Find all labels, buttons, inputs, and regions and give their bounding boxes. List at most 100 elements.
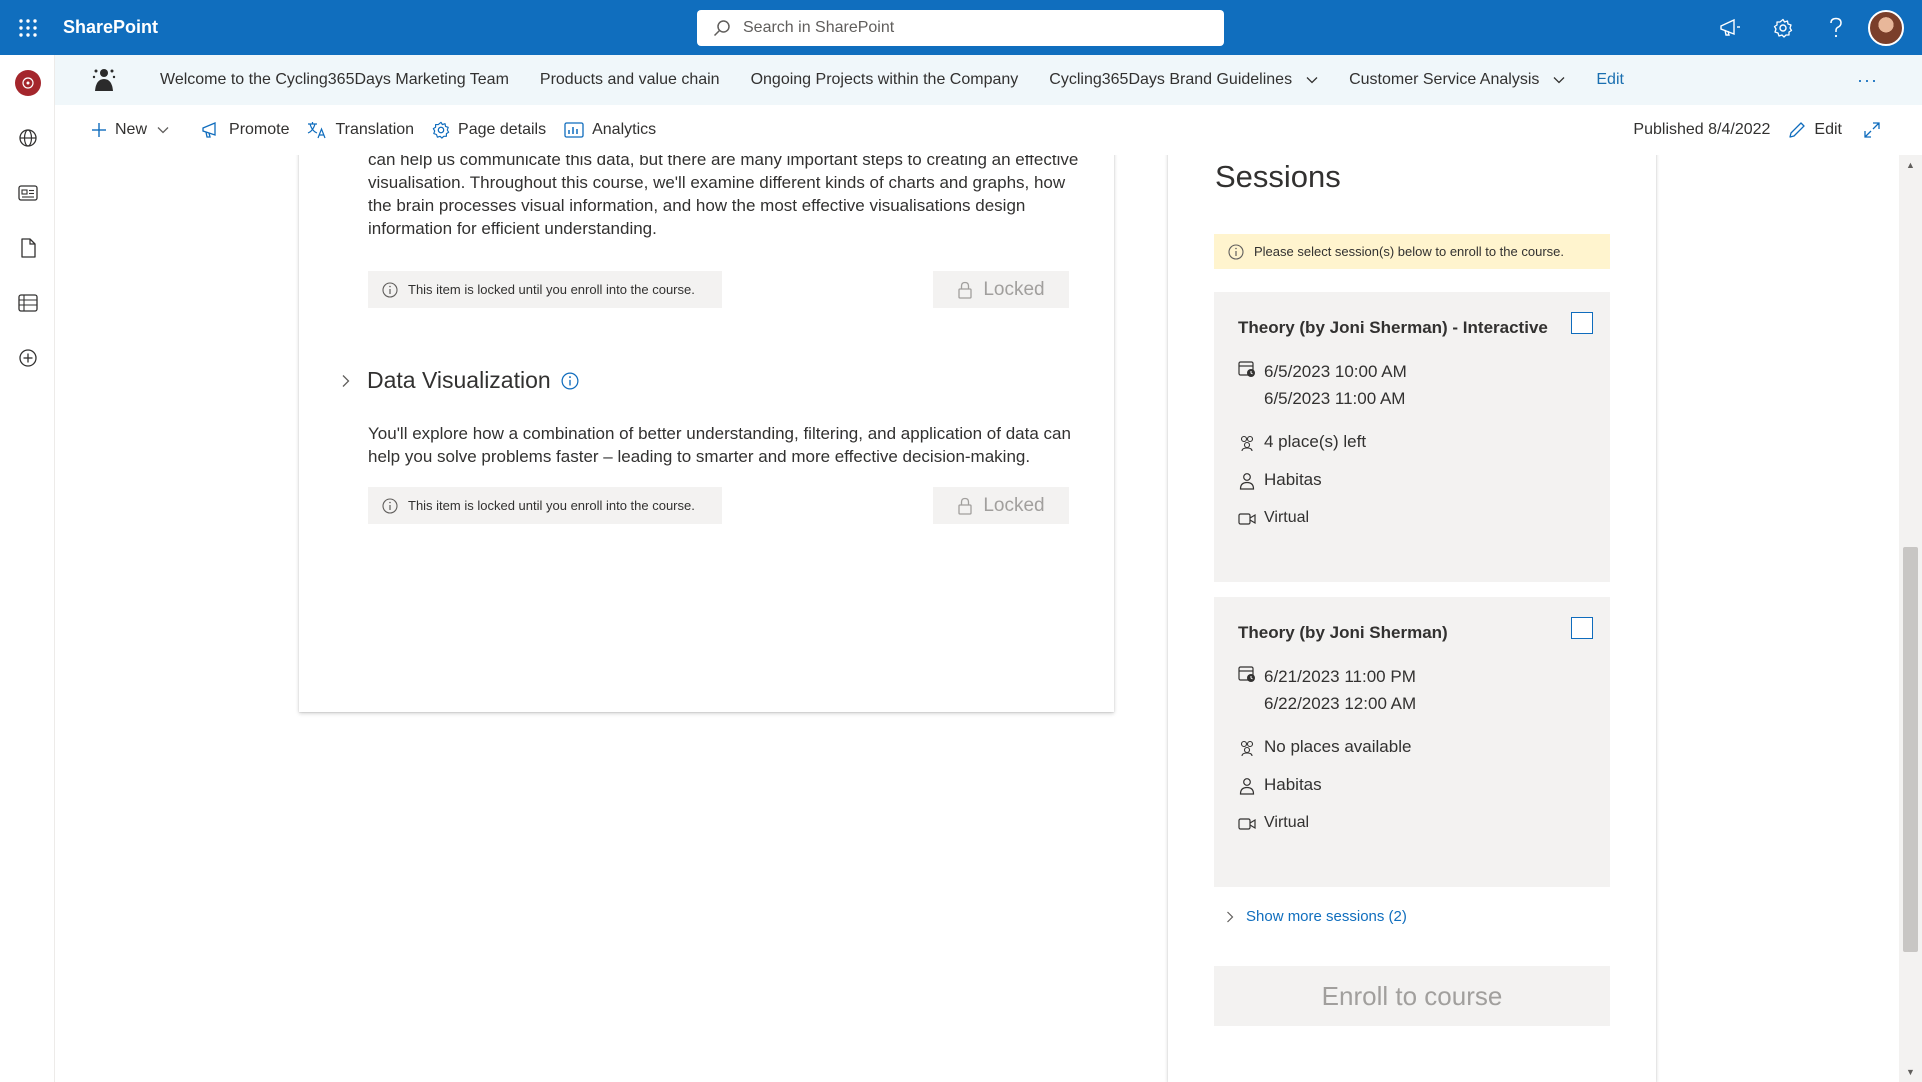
analytics-icon (564, 122, 584, 138)
session-card[interactable]: Theory (by Joni Sherman) - Interactive 6… (1214, 292, 1610, 582)
session-instructor: Habitas (1238, 775, 1322, 795)
megaphone-icon[interactable] (1703, 0, 1756, 55)
lock-icon (958, 497, 973, 515)
rail-site-logo[interactable] (0, 55, 55, 110)
edit-page-label: Edit (1814, 121, 1842, 138)
scroll-thumb[interactable] (1903, 547, 1918, 952)
locked-notice: This item is locked until you enroll int… (368, 271, 722, 308)
document-icon[interactable] (0, 220, 55, 275)
session-location: Virtual (1238, 814, 1309, 832)
session-card[interactable]: Theory (by Joni Sherman) 6/21/2023 11:00… (1214, 597, 1610, 887)
expand-icon (1864, 122, 1880, 138)
edit-page-button[interactable]: Edit (1788, 121, 1842, 139)
locked-button-label: Locked (983, 494, 1045, 516)
show-more-sessions-link[interactable]: Show more sessions (2) (1226, 908, 1407, 925)
session-start: 6/21/2023 11:00 PM (1264, 667, 1416, 686)
nav-item-welcome[interactable]: Welcome to the Cycling365Days Marketing … (160, 71, 509, 89)
nav-item-customer-service-label: Customer Service Analysis (1349, 71, 1540, 88)
locked-button[interactable]: Locked (933, 487, 1069, 524)
chevron-right-icon (1227, 911, 1234, 922)
session-places-text: No places available (1264, 737, 1412, 756)
page-details-button-label: Page details (458, 121, 547, 138)
search-placeholder: Search in SharePoint (743, 19, 895, 36)
site-logo-icon[interactable] (79, 55, 129, 105)
news-icon[interactable] (0, 165, 55, 220)
vertical-scrollbar[interactable]: ▲ ▼ (1899, 155, 1922, 1082)
nav-edit-link[interactable]: Edit (1596, 71, 1624, 89)
megaphone-icon (202, 122, 216, 138)
people-icon (1240, 740, 1254, 757)
calendar-clock-icon (1238, 666, 1255, 682)
session-checkbox[interactable] (1571, 617, 1593, 639)
session-dates: 6/21/2023 11:00 PM 6/22/2023 12:00 AM (1238, 663, 1416, 717)
video-icon (1238, 513, 1256, 525)
lesson-title: Data Visualization (367, 367, 551, 393)
lesson-description: being generated these days, we interpret… (368, 155, 1079, 238)
suite-bar: SharePoint Search in SharePoint (0, 0, 1922, 55)
nav-item-customer-service[interactable]: Customer Service Analysis (1349, 71, 1565, 89)
expand-button[interactable] (1864, 122, 1888, 138)
page-details-button[interactable]: Page details (432, 121, 546, 139)
people-icon (1240, 435, 1254, 452)
session-checkbox[interactable] (1571, 312, 1593, 334)
chevron-down-icon (157, 127, 169, 134)
pencil-icon (1789, 122, 1806, 138)
info-icon (382, 281, 398, 298)
new-button[interactable]: New (91, 121, 177, 139)
sessions-title: Sessions (1215, 159, 1341, 194)
session-instructor: Habitas (1238, 470, 1322, 490)
promote-button[interactable]: Promote (201, 121, 289, 139)
app-launcher-icon[interactable] (0, 0, 55, 55)
nav-item-brand-guidelines[interactable]: Cycling365Days Brand Guidelines (1049, 71, 1318, 89)
locked-button-label: Locked (983, 278, 1045, 300)
command-bar: New Promote Translation Page details Ana… (55, 105, 1922, 155)
session-title: Theory (by Joni Sherman) (1238, 623, 1448, 642)
user-avatar[interactable] (1868, 9, 1904, 46)
scroll-up-arrow-icon[interactable]: ▲ (1899, 155, 1922, 175)
person-icon (1239, 473, 1255, 490)
lesson-description: You'll explore how a combination of bett… (368, 424, 1071, 466)
nav-item-products[interactable]: Products and value chain (540, 71, 720, 89)
nav-item-brand-guidelines-label: Cycling365Days Brand Guidelines (1049, 71, 1293, 88)
translation-button-label: Translation (335, 121, 415, 138)
info-icon (1228, 243, 1244, 260)
lock-icon (958, 281, 973, 299)
session-location-text: Virtual (1264, 509, 1310, 526)
enroll-button[interactable]: Enroll to course (1214, 966, 1610, 1026)
help-icon[interactable] (1809, 0, 1862, 55)
lesson-header[interactable]: Data Visualization (341, 367, 579, 394)
session-dates: 6/5/2023 10:00 AM 6/5/2023 11:00 AM (1238, 358, 1407, 412)
search-input[interactable]: Search in SharePoint (697, 10, 1224, 46)
chevron-down-icon (1553, 77, 1565, 84)
locked-notice-text: This item is locked until you enroll int… (408, 498, 695, 513)
calendar-clock-icon (1238, 361, 1255, 377)
globe-icon[interactable] (0, 110, 55, 165)
session-instructor-text: Habitas (1264, 775, 1322, 794)
app-name[interactable]: SharePoint (63, 17, 158, 38)
more-options-icon[interactable]: ··· (1857, 55, 1878, 105)
show-more-sessions-label: Show more sessions (2) (1246, 908, 1407, 925)
add-circle-icon[interactable] (0, 330, 55, 385)
translation-button[interactable]: Translation (307, 121, 414, 139)
locked-button[interactable]: Locked (933, 271, 1069, 308)
scroll-down-arrow-icon[interactable]: ▼ (1899, 1062, 1922, 1082)
app-bar (0, 55, 55, 1082)
gear-icon[interactable] (1756, 0, 1809, 55)
session-places: No places available (1238, 737, 1411, 757)
session-location: Virtual (1238, 509, 1309, 527)
list-icon[interactable] (0, 275, 55, 330)
analytics-button-label: Analytics (592, 121, 657, 138)
brand-logo-icon (14, 69, 41, 96)
analytics-button[interactable]: Analytics (564, 121, 656, 139)
translation-icon (308, 122, 327, 139)
info-icon (382, 497, 398, 514)
session-end: 6/5/2023 11:00 AM (1264, 389, 1406, 408)
info-icon[interactable] (561, 372, 579, 390)
session-places: 4 place(s) left (1238, 432, 1366, 452)
session-location-text: Virtual (1264, 814, 1310, 831)
sessions-notice: Please select session(s) below to enroll… (1214, 234, 1610, 269)
nav-item-ongoing-projects[interactable]: Ongoing Projects within the Company (751, 71, 1019, 89)
new-button-label: New (115, 121, 148, 138)
video-icon (1238, 818, 1256, 830)
page-canvas: being generated these days, we interpret… (56, 155, 1899, 1082)
